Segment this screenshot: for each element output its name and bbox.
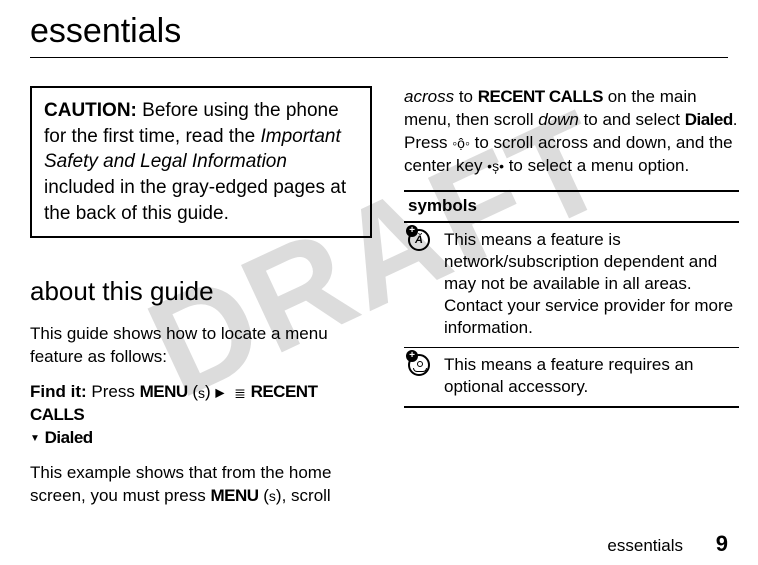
symbols-header: symbols [404, 191, 739, 222]
right-para: across to RECENT CALLS on the main menu,… [404, 86, 739, 178]
down-word: down [538, 110, 579, 129]
footer: essentials 9 [607, 531, 728, 557]
dialed-label: Dialed [45, 428, 93, 447]
footer-label: essentials [607, 536, 683, 555]
page-title: essentials [30, 12, 728, 51]
page-content: essentials CAUTION: Before using the pho… [30, 12, 728, 520]
find-it-line: Find it: Press MENU (s) ▶ ≣ RECENT CALLS… [30, 381, 372, 450]
plus-badge-icon-2: + [406, 350, 418, 362]
network-icon-cell: + Ă [404, 222, 440, 348]
caution-box: CAUTION: Before using the phone for the … [30, 86, 372, 238]
s-glyph-icon-2: s [269, 489, 276, 503]
network-icon: + Ă [408, 229, 430, 251]
r-e: to and select [579, 110, 685, 129]
s-glyph-icon: s [198, 386, 205, 400]
example-tail: ), scroll [276, 486, 331, 505]
find-it-press: Press [87, 382, 140, 401]
center-key-icon: •ș• [487, 159, 504, 173]
dialed-2: Dialed [685, 110, 733, 129]
r-b: to [454, 87, 478, 106]
across-word: across [404, 87, 454, 106]
right-column: across to RECENT CALLS on the main menu,… [404, 86, 739, 520]
table-row: + Ă This means a feature is network/subs… [404, 222, 739, 348]
paren-open: ( [188, 382, 198, 401]
example-line: This example shows that from the home sc… [30, 462, 372, 508]
accessory-hole-icon [417, 361, 423, 367]
about-heading: about this guide [30, 274, 372, 309]
arrow-icon: ▶ [215, 386, 224, 400]
caution-label: CAUTION: [44, 100, 137, 121]
triangle-down-icon: ▼ [30, 433, 40, 444]
recent-calls-2: RECENT CALLS [478, 87, 603, 106]
caution-text-after: included in the gray-edged pages at the … [44, 177, 346, 224]
network-text: This means a feature is network/subscrip… [440, 222, 739, 348]
accessory-icon-cell: + [404, 348, 440, 408]
page-number: 9 [716, 531, 728, 556]
columns: CAUTION: Before using the phone for the … [30, 86, 728, 520]
title-rule [30, 57, 728, 58]
about-intro: This guide shows how to locate a menu fe… [30, 323, 372, 369]
r-h: to select a menu option. [504, 156, 689, 175]
network-letter: Ă [410, 233, 428, 247]
table-row: + This means a feature requires an optio… [404, 348, 739, 408]
symbols-table: symbols + Ă This means a feature is netw… [404, 190, 739, 409]
paren-open-2: ( [259, 486, 269, 505]
find-it-label: Find it: [30, 382, 87, 401]
accessory-icon: + [408, 354, 430, 376]
menu-word-2: MENU [210, 486, 258, 505]
left-column: CAUTION: Before using the phone for the … [30, 86, 372, 520]
nav-glyph-icon: ◦ộ◦ [452, 136, 470, 150]
recent-calls-icon: ≣ [234, 386, 246, 400]
menu-word: MENU [140, 382, 188, 401]
accessory-line-icon [413, 368, 427, 372]
paren-close: ) [205, 382, 215, 401]
accessory-text: This means a feature requires an optiona… [440, 348, 739, 408]
